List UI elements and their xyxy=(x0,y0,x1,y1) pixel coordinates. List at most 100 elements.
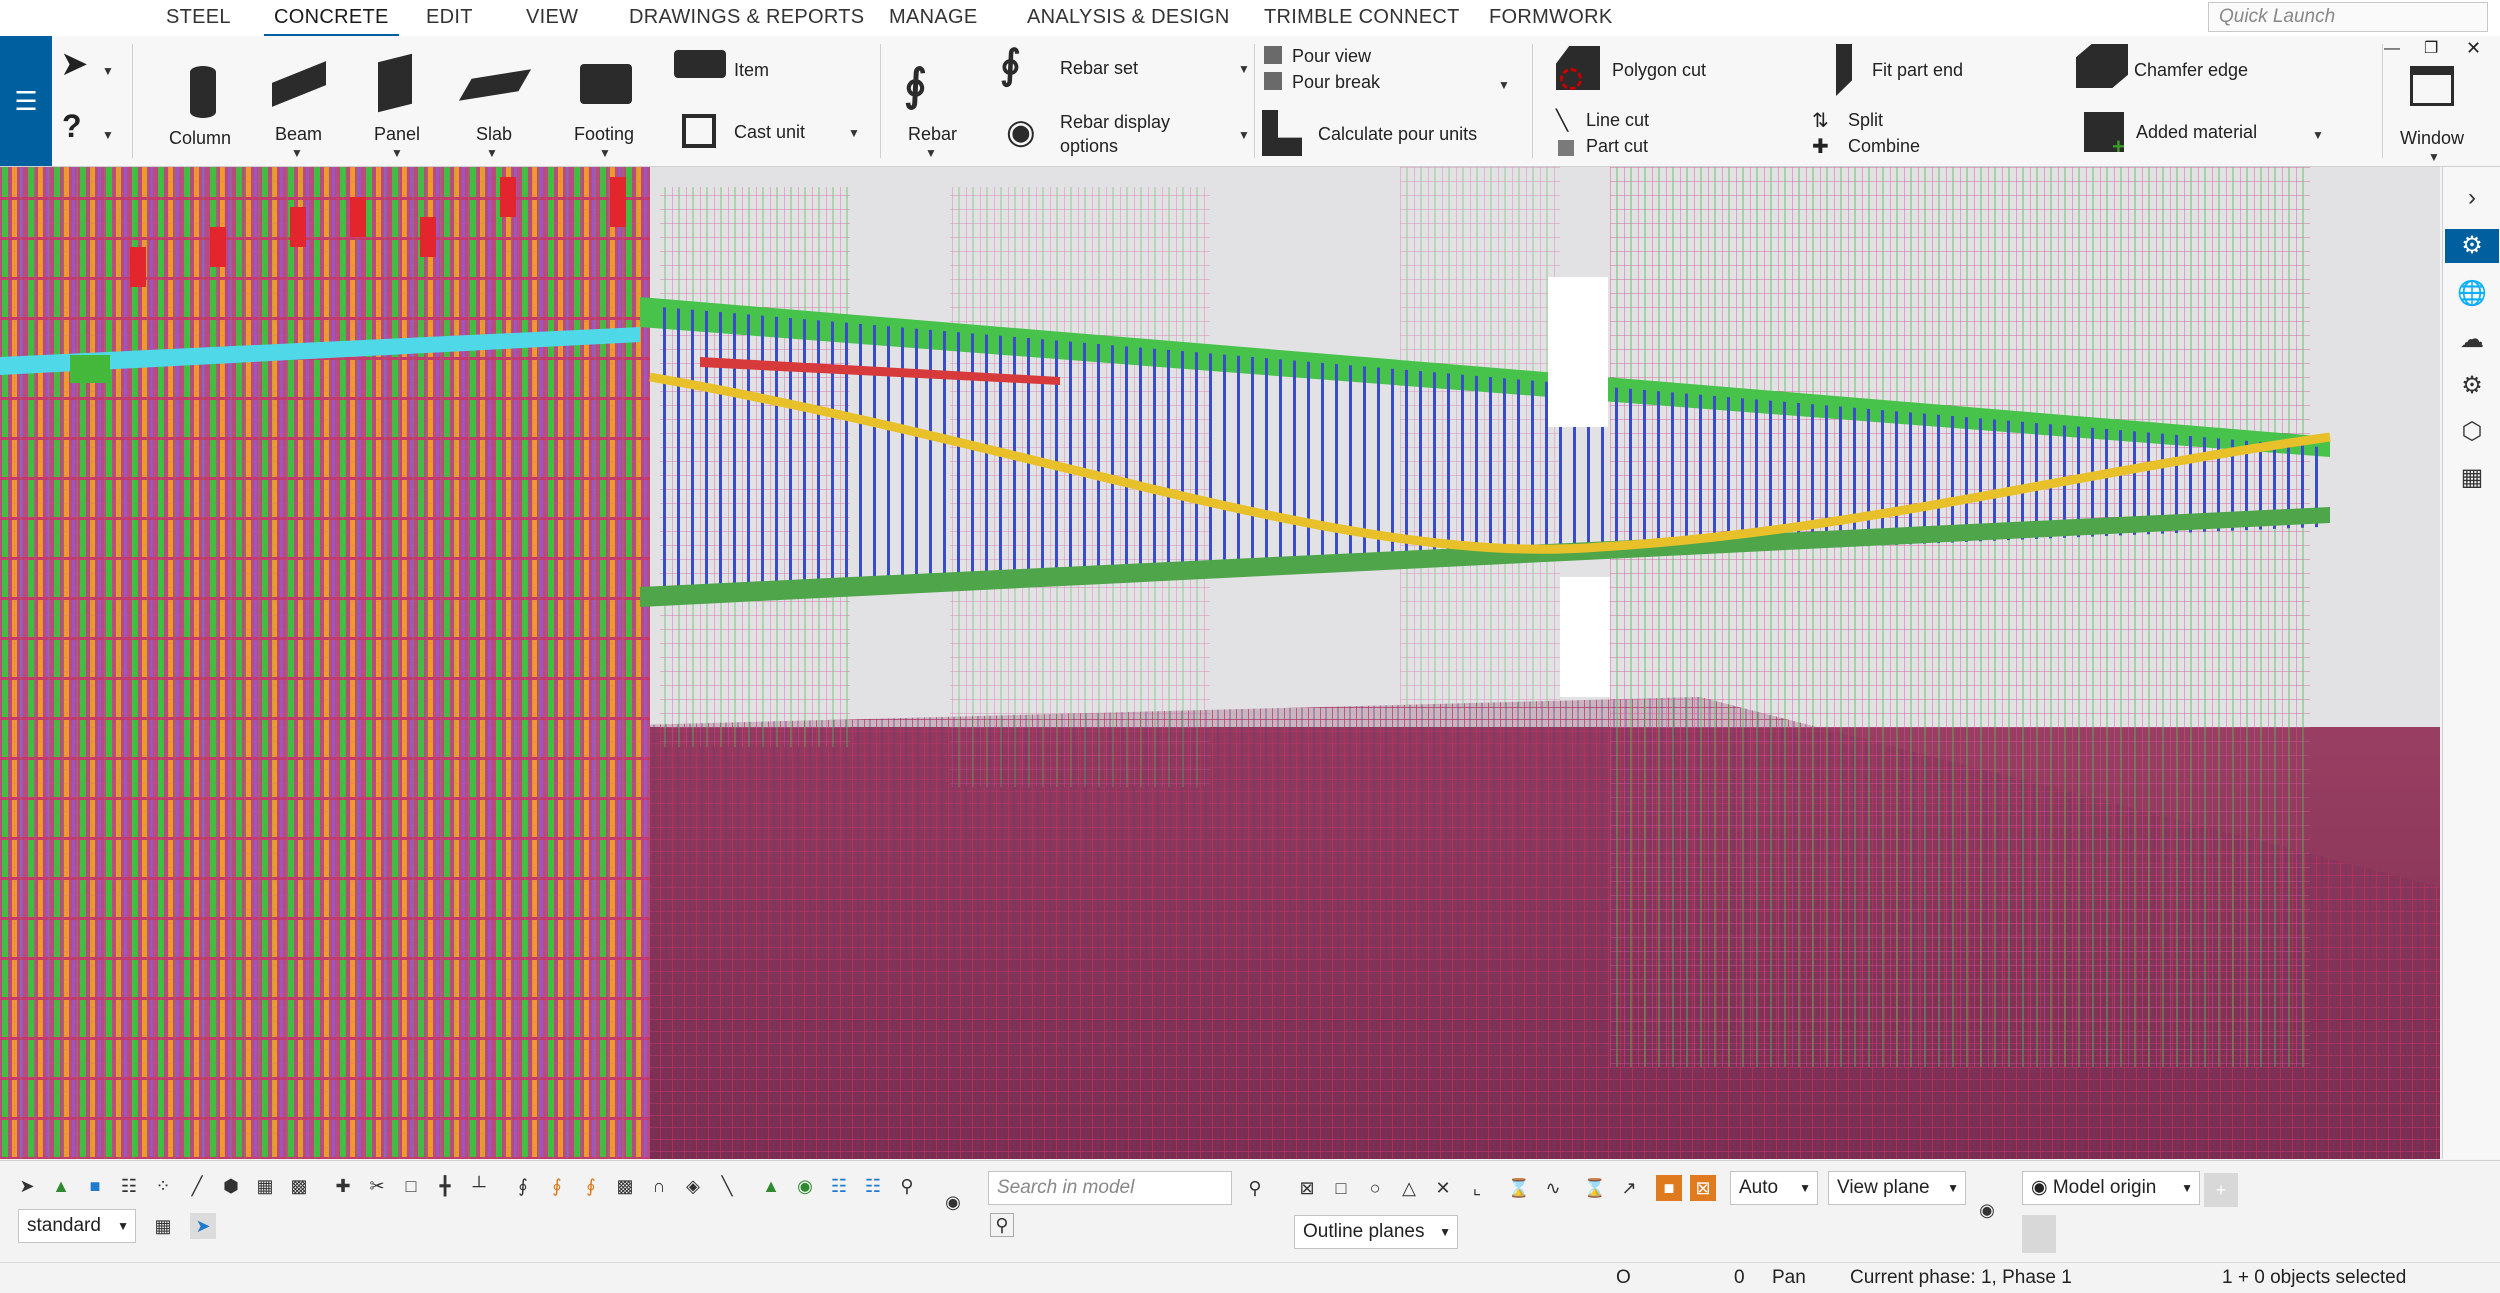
snap-circle-icon[interactable]: ○ xyxy=(1362,1175,1388,1201)
snap-align-icon[interactable]: ╋ xyxy=(432,1173,458,1199)
zoom-search-icon[interactable]: ⚲ xyxy=(990,1213,1014,1237)
tab-steel[interactable]: STEEL xyxy=(166,6,231,29)
status-selected: 1 + 0 objects selected xyxy=(2222,1267,2407,1288)
filter-pattern-icon[interactable]: ▦ xyxy=(150,1213,176,1239)
rebar-set-dropdown-icon[interactable]: ▼ xyxy=(1238,62,1250,76)
snap-orange-x-icon[interactable]: ⊠ xyxy=(1690,1175,1716,1201)
cube-icon[interactable]: ⬡ xyxy=(2455,415,2489,449)
snap-panel-icon[interactable]: ▩ xyxy=(612,1173,638,1199)
plane-visibility-eye-icon[interactable]: ◉ xyxy=(1974,1197,2000,1223)
footing-dropdown-icon[interactable]: ▼ xyxy=(599,146,611,160)
cast-unit-dropdown-icon[interactable]: ▼ xyxy=(848,126,860,140)
select-component-icon[interactable]: ⬢ xyxy=(218,1173,244,1199)
snap-box-icon[interactable]: □ xyxy=(398,1173,424,1199)
help-dropdown-icon[interactable]: ▼ xyxy=(102,128,114,142)
snap-green-icon[interactable]: ▲ xyxy=(758,1173,784,1199)
work-plane-combo[interactable]: View plane ▼ xyxy=(1828,1171,1966,1205)
rebar-display-dropdown-icon[interactable]: ▼ xyxy=(1238,128,1250,142)
fit-part-end-label: Fit part end xyxy=(1872,60,1964,80)
select-points-icon[interactable]: ⁘ xyxy=(150,1173,176,1199)
hamburger-menu-icon[interactable]: ☰ xyxy=(0,36,52,166)
snap-arch-icon[interactable]: ∩ xyxy=(646,1173,672,1199)
snap-cross-icon[interactable]: ✕ xyxy=(1430,1175,1456,1201)
model-view-3d[interactable] xyxy=(0,167,2440,1159)
minimize-icon[interactable]: — xyxy=(2384,40,2400,58)
snap-reference-icon[interactable]: ✚ xyxy=(330,1173,356,1199)
search-icon[interactable]: ⚲ xyxy=(1242,1175,1268,1201)
select-rebar-icon[interactable]: ▩ xyxy=(286,1173,312,1199)
part-cut-icon xyxy=(1558,140,1574,156)
tab-view[interactable]: VIEW xyxy=(526,6,578,29)
pour-break-dropdown-icon[interactable]: ▼ xyxy=(1498,78,1510,92)
select-grid-icon[interactable]: ☷ xyxy=(116,1173,142,1199)
search-in-model-input[interactable]: Search in model xyxy=(988,1171,1232,1205)
visibility-eye-icon[interactable]: ◉ xyxy=(940,1189,966,1215)
tab-trimble-connect[interactable]: TRIMBLE CONNECT xyxy=(1264,6,1460,29)
tab-concrete[interactable]: CONCRETE xyxy=(264,6,399,37)
tab-analysis-design[interactable]: ANALYSIS & DESIGN xyxy=(1027,6,1230,29)
restore-icon[interactable]: ❐ xyxy=(2424,38,2438,58)
snap-box-x-icon[interactable]: ⊠ xyxy=(1294,1175,1320,1201)
snap-blue-points-icon[interactable]: ☷ xyxy=(860,1173,886,1199)
close-icon[interactable]: ✕ xyxy=(2466,38,2481,59)
snap-edge-icon[interactable]: ┴ xyxy=(466,1173,492,1199)
chevron-right-icon[interactable]: › xyxy=(2455,181,2489,215)
select-all-icon[interactable]: ➤ xyxy=(14,1173,40,1199)
snap-search-icon[interactable]: ⚲ xyxy=(894,1173,920,1199)
help-select-icon[interactable]: ? xyxy=(62,108,82,145)
apps-icon[interactable]: ▦ xyxy=(2455,461,2489,495)
snap-layers-icon[interactable]: ◈ xyxy=(680,1173,706,1199)
snap-hourglass-x-icon[interactable]: ⌛ xyxy=(1506,1175,1532,1201)
snap-blue-grid-icon[interactable]: ☷ xyxy=(826,1173,852,1199)
side-pane: › ⚙ 🌐 ☁ ⚙ ⬡ ▦ xyxy=(2442,167,2500,1159)
snap-wave-icon[interactable]: ∿ xyxy=(1540,1175,1566,1201)
snap-hourglass-icon[interactable]: ⌛ xyxy=(1582,1175,1608,1201)
item-label: Item xyxy=(734,60,770,80)
snap-rebar-orange-icon[interactable]: ∮ xyxy=(544,1173,570,1199)
snap-triangle-icon[interactable]: △ xyxy=(1396,1175,1422,1201)
snap-depth-combo[interactable]: Auto ▼ xyxy=(1730,1171,1818,1205)
chevron-down-icon: ▼ xyxy=(1799,1181,1811,1195)
tab-drawings-reports[interactable]: DRAWINGS & REPORTS xyxy=(629,6,864,29)
origin-settings-button[interactable] xyxy=(2022,1215,2056,1253)
select-assembly-icon[interactable]: ▦ xyxy=(252,1173,278,1199)
tab-formwork[interactable]: FORMWORK xyxy=(1489,6,1613,29)
fit-part-end-icon xyxy=(1836,44,1852,96)
beam-dropdown-icon[interactable]: ▼ xyxy=(291,146,303,160)
snap-diagonal-icon[interactable]: ↗ xyxy=(1616,1175,1642,1201)
outline-planes-combo[interactable]: Outline planes ▼ xyxy=(1294,1215,1458,1249)
properties-help-icon[interactable]: ⚙ xyxy=(2445,229,2499,263)
added-material-dropdown-icon[interactable]: ▼ xyxy=(2312,128,2324,142)
quick-launch-input[interactable]: Quick Launch xyxy=(2208,2,2488,32)
select-pointer-icon[interactable]: ➤ xyxy=(190,1213,216,1239)
status-zero: 0 xyxy=(1734,1267,1745,1288)
panel-dropdown-icon[interactable]: ▼ xyxy=(391,146,403,160)
snap-dot-icon[interactable]: ◉ xyxy=(792,1173,818,1199)
snap-rebar-icon[interactable]: ∮ xyxy=(510,1173,536,1199)
combine-icon: ✚ xyxy=(1812,136,1829,158)
select-arrow-icon[interactable]: ➤ xyxy=(60,44,89,84)
snap-cut-icon[interactable]: ✂ xyxy=(364,1173,390,1199)
select-dropdown-icon[interactable]: ▼ xyxy=(102,64,114,78)
cloud-icon[interactable]: ☁ xyxy=(2455,323,2489,357)
snap-rebar-group-icon[interactable]: ∮ xyxy=(578,1173,604,1199)
select-surface-icon[interactable]: ■ xyxy=(82,1173,108,1199)
slab-dropdown-icon[interactable]: ▼ xyxy=(486,146,498,160)
tab-manage[interactable]: MANAGE xyxy=(889,6,977,29)
rebar-dropdown-icon[interactable]: ▼ xyxy=(925,146,937,160)
snap-orange-square-icon[interactable]: ■ xyxy=(1656,1175,1682,1201)
select-part-icon[interactable]: ▲ xyxy=(48,1173,74,1199)
snap-square-icon[interactable]: □ xyxy=(1328,1175,1354,1201)
window-dropdown-icon[interactable]: ▼ xyxy=(2428,150,2440,164)
model-origin-combo[interactable]: ◉ Model origin ▼ xyxy=(2022,1171,2200,1205)
work-plane-value: View plane xyxy=(1837,1177,1930,1198)
tab-edit[interactable]: EDIT xyxy=(426,6,473,29)
selection-filter-combo[interactable]: standard ▼ xyxy=(18,1209,136,1243)
snap-perpendicular-icon[interactable]: ⌞ xyxy=(1464,1175,1490,1201)
snap-ruler-icon[interactable]: ╲ xyxy=(714,1173,740,1199)
globe-icon[interactable]: 🌐 xyxy=(2455,277,2489,311)
add-origin-button[interactable]: + xyxy=(2204,1173,2238,1207)
gear-icon[interactable]: ⚙ xyxy=(2455,369,2489,403)
panel-icon xyxy=(378,53,412,113)
select-line-icon[interactable]: ╱ xyxy=(184,1173,210,1199)
